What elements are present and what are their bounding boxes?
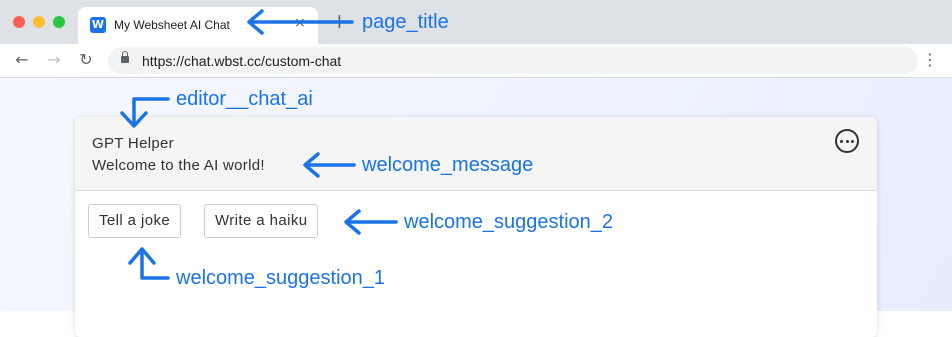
annotation-welcome-message: welcome_message <box>362 154 534 176</box>
annotation-editor-chat-ai: editor__chat_ai <box>176 88 313 110</box>
annotation-welcome-suggestion-2: welcome_suggestion_2 <box>404 211 614 233</box>
annotation-welcome-suggestion-1: welcome_suggestion_1 <box>176 267 386 289</box>
annotation-page-title: page_title <box>362 11 449 33</box>
